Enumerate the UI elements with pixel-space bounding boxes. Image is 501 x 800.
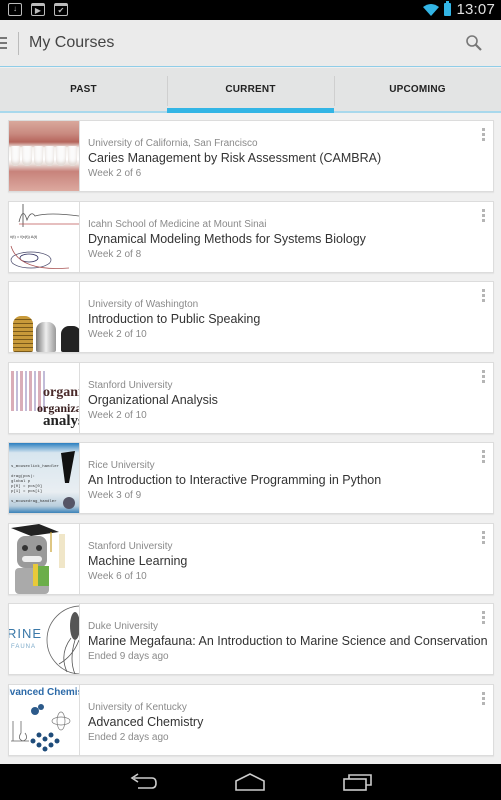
course-progress: Week 2 of 10 (88, 329, 147, 340)
course-thumbnail-word-cloud: organiz organizatio analysis (9, 362, 80, 433)
back-icon[interactable] (128, 773, 158, 791)
play-store-icon: ▶ (31, 3, 45, 16)
course-title: Introduction to Public Speaking (88, 312, 261, 326)
overflow-menu-icon[interactable] (482, 289, 486, 304)
course-progress: Ended 9 days ago (88, 651, 169, 662)
thumb-text-rine: RINE (9, 626, 42, 641)
course-university: University of Kentucky (88, 701, 187, 713)
battery-icon (444, 1, 452, 16)
search-icon[interactable] (465, 34, 483, 52)
status-bar: ↓ ▶ ✔ 13:07 (0, 0, 501, 20)
course-university: University of California, San Francisco (88, 138, 258, 149)
course-thumbnail-chemistry: lvanced Chemis (9, 684, 80, 755)
system-nav-bar (0, 764, 501, 800)
course-university: Icahn School of Medicine at Mount Sinai (88, 218, 267, 230)
course-card[interactable]: Stanford University Machine Learning Wee… (8, 522, 494, 595)
overflow-menu-icon[interactable] (482, 128, 486, 143)
course-thumbnail-microphones (9, 282, 80, 352)
course-thumbnail-equations: ẋ(t) = f(x(t)) A(t) (9, 201, 80, 272)
course-university: Duke University (88, 621, 159, 632)
course-title: Caries Management by Risk Assessment (CA… (88, 151, 382, 165)
course-thumbnail-graduate-robot (9, 523, 80, 594)
overflow-menu-icon[interactable] (482, 530, 486, 546)
course-title: An Introduction to Interactive Programmi… (88, 473, 382, 487)
course-thumbnail-teeth (9, 121, 80, 191)
course-university: Stanford University (88, 540, 173, 552)
course-card[interactable]: ẋ(t) = f(x(t)) A(t) Icahn School of Medi… (8, 200, 494, 273)
recent-apps-icon[interactable] (343, 773, 373, 791)
course-card[interactable]: organiz organizatio analysis Stanford Un… (8, 361, 494, 434)
course-thumbnail-python-code: s_mouseclick_handler drag(pos): global p p[… (9, 443, 80, 513)
svg-text:ẋ(t) = f(x(t)) A(t): ẋ(t) = f(x(t)) A(t) (10, 234, 38, 239)
page-title: My Courses (29, 34, 115, 51)
course-card[interactable]: University of California, San Francisco … (8, 120, 494, 192)
course-progress: Week 2 of 10 (88, 409, 147, 421)
course-progress: Week 2 of 8 (88, 248, 142, 260)
course-list: University of California, San Francisco … (8, 120, 494, 764)
course-thumbnail-squid-logo: RINE FAUNA (9, 604, 80, 674)
course-title: Advanced Chemistry (88, 714, 204, 729)
course-title: Organizational Analysis (88, 392, 218, 407)
course-card[interactable]: s_mouseclick_handler drag(pos): global p p[… (8, 442, 494, 514)
overflow-menu-icon[interactable] (482, 611, 486, 626)
course-university: University of Washington (88, 299, 199, 310)
course-progress: Week 6 of 10 (88, 570, 147, 582)
course-title: Marine Megafauna: An Introduction to Mar… (88, 634, 488, 648)
course-card[interactable]: University of Washington Introduction to… (8, 281, 494, 353)
home-icon[interactable] (235, 773, 265, 791)
download-icon: ↓ (8, 3, 22, 16)
overflow-menu-icon[interactable] (482, 208, 486, 224)
action-bar-divider (18, 32, 19, 55)
course-progress: Ended 2 days ago (88, 731, 169, 743)
action-bar: My Courses (0, 20, 501, 67)
task-done-icon: ✔ (54, 3, 68, 16)
overflow-menu-icon[interactable] (482, 369, 486, 385)
tab-bar: PAST CURRENT UPCOMING (0, 68, 501, 113)
svg-text:FAUNA: FAUNA (11, 644, 36, 650)
overflow-menu-icon[interactable] (482, 450, 486, 465)
course-card[interactable]: RINE FAUNA Duke University Marine Megafa… (8, 603, 494, 675)
course-university: Rice University (88, 460, 155, 471)
course-title: Machine Learning (88, 553, 188, 568)
course-card[interactable]: lvanced Chemis University of Kentucky Ad… (8, 683, 494, 756)
notification-icons: ↓ ▶ ✔ (8, 3, 68, 16)
tab-upcoming[interactable]: UPCOMING (334, 68, 501, 111)
tab-current[interactable]: CURRENT (167, 68, 334, 113)
overflow-menu-icon[interactable] (482, 691, 486, 707)
course-progress: Week 3 of 9 (88, 490, 142, 501)
tab-past[interactable]: PAST (0, 68, 167, 111)
course-university: Stanford University (88, 379, 173, 391)
hamburger-menu-icon[interactable] (0, 37, 7, 49)
clock: 13:07 (456, 1, 495, 18)
wifi-icon (423, 3, 440, 16)
course-title: Dynamical Modeling Methods for Systems B… (88, 231, 366, 246)
course-progress: Week 2 of 6 (88, 168, 142, 179)
